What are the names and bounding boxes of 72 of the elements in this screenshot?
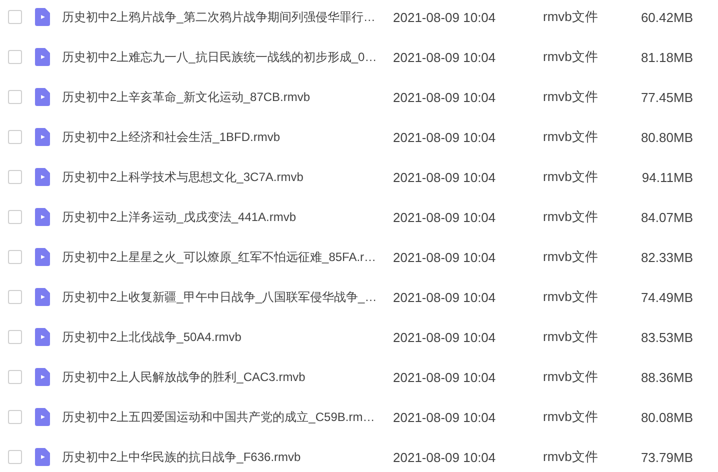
checkbox[interactable] <box>8 50 22 64</box>
video-file-icon <box>35 128 50 146</box>
file-name[interactable]: 历史初中2上科学技术与思想文化_3C7A.rmvb <box>62 168 393 186</box>
file-name[interactable]: 历史初中2上收复新疆_甲午中日战争_八国联军侵华战争_… <box>62 288 393 306</box>
file-size: 60.42MB <box>640 10 693 24</box>
checkbox[interactable] <box>8 410 22 424</box>
video-file-icon <box>35 288 50 306</box>
file-size: 80.80MB <box>640 130 693 144</box>
modified-date: 2021-08-09 10:04 <box>393 90 497 104</box>
video-file-icon <box>35 408 50 426</box>
checkbox[interactable] <box>8 370 22 384</box>
file-size: 82.33MB <box>640 250 693 264</box>
file-type: rmvb文件 <box>543 8 599 26</box>
file-name[interactable]: 历史初中2上洋务运动_戊戌变法_441A.rmvb <box>62 208 393 226</box>
file-size: 81.18MB <box>640 50 693 64</box>
file-type: rmvb文件 <box>543 208 599 226</box>
modified-date: 2021-08-09 10:04 <box>393 10 497 24</box>
checkbox[interactable] <box>8 250 22 264</box>
modified-date: 2021-08-09 10:04 <box>393 370 497 384</box>
file-size: 73.79MB <box>640 450 693 464</box>
file-type: rmvb文件 <box>543 408 599 426</box>
file-name[interactable]: 历史初中2上星星之火_可以燎原_红军不怕远征难_85FA.r… <box>62 248 393 266</box>
video-file-icon <box>35 208 50 226</box>
checkbox[interactable] <box>8 450 22 464</box>
file-name[interactable]: 历史初中2上经济和社会生活_1BFD.rmvb <box>62 128 393 146</box>
modified-date: 2021-08-09 10:04 <box>393 450 497 464</box>
file-type: rmvb文件 <box>543 128 599 146</box>
checkbox[interactable] <box>8 130 22 144</box>
checkbox[interactable] <box>8 290 22 304</box>
video-file-icon <box>35 448 50 466</box>
file-name[interactable]: 历史初中2上难忘九一八_抗日民族统一战线的初步形成_0… <box>62 48 393 66</box>
file-size: 83.53MB <box>640 330 693 344</box>
file-name[interactable]: 历史初中2上鸦片战争_第二次鸦片战争期间列强侵华罪行… <box>62 8 393 26</box>
file-name[interactable]: 历史初中2上辛亥革命_新文化运动_87CB.rmvb <box>62 88 393 106</box>
modified-date: 2021-08-09 10:04 <box>393 250 497 264</box>
file-type: rmvb文件 <box>543 368 599 386</box>
file-type: rmvb文件 <box>543 288 599 306</box>
video-file-icon <box>35 368 50 386</box>
file-size: 84.07MB <box>640 210 693 224</box>
video-file-icon <box>35 328 50 346</box>
video-file-icon <box>35 168 50 186</box>
file-name[interactable]: 历史初中2上中华民族的抗日战争_F636.rmvb <box>62 448 393 466</box>
file-type: rmvb文件 <box>543 48 599 66</box>
modified-date: 2021-08-09 10:04 <box>393 170 497 184</box>
modified-date: 2021-08-09 10:04 <box>393 410 497 424</box>
checkbox[interactable] <box>8 90 22 104</box>
file-size: 94.11MB <box>640 170 693 184</box>
file-type: rmvb文件 <box>543 448 599 466</box>
modified-date: 2021-08-09 10:04 <box>393 290 497 304</box>
checkbox[interactable] <box>8 210 22 224</box>
file-type: rmvb文件 <box>543 88 599 106</box>
file-name[interactable]: 历史初中2上北伐战争_50A4.rmvb <box>62 328 393 346</box>
file-type: rmvb文件 <box>543 168 599 186</box>
video-file-icon <box>35 88 50 106</box>
file-type: rmvb文件 <box>543 248 599 266</box>
checkbox[interactable] <box>8 170 22 184</box>
video-file-icon <box>35 8 50 26</box>
file-size: 88.36MB <box>640 370 693 384</box>
modified-date: 2021-08-09 10:04 <box>393 330 497 344</box>
modified-date: 2021-08-09 10:04 <box>393 130 497 144</box>
modified-date: 2021-08-09 10:04 <box>393 210 497 224</box>
file-type: rmvb文件 <box>543 328 599 346</box>
video-file-icon <box>35 48 50 66</box>
file-size: 77.45MB <box>640 90 693 104</box>
file-name[interactable]: 历史初中2上人民解放战争的胜利_CAC3.rmvb <box>62 368 393 386</box>
video-file-icon <box>35 248 50 266</box>
file-size: 74.49MB <box>640 290 693 304</box>
checkbox[interactable] <box>8 10 22 24</box>
file-size: 80.08MB <box>640 410 693 424</box>
modified-date: 2021-08-09 10:04 <box>393 50 497 64</box>
checkbox[interactable] <box>8 330 22 344</box>
file-name[interactable]: 历史初中2上五四爱国运动和中国共产党的成立_C59B.rm… <box>62 408 393 426</box>
